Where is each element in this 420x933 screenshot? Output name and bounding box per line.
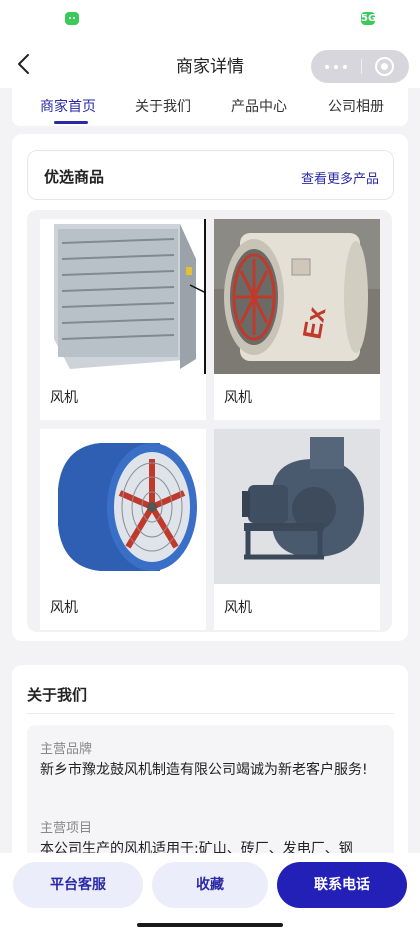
about-title: 关于我们 — [27, 686, 88, 704]
more-dots-icon[interactable] — [325, 65, 347, 69]
contact-phone-button[interactable]: 联系电话 — [277, 862, 407, 908]
tab-home[interactable]: 商家首页 — [40, 96, 96, 116]
tab-products[interactable]: 产品中心 — [231, 96, 287, 116]
featured-title: 优选商品 — [44, 168, 105, 186]
product-name: 风机 — [224, 390, 252, 406]
bottom-action-bar: 平台客服 收藏 联系电话 — [0, 853, 420, 933]
product-card[interactable]: 风机 — [214, 429, 380, 630]
main-brand-label: 主营品牌 — [40, 742, 93, 757]
product-card[interactable]: Ex 风机 — [214, 219, 380, 420]
product-image — [40, 219, 207, 374]
main-project-label: 主营项目 — [40, 821, 93, 836]
close-target-icon[interactable] — [375, 57, 394, 76]
main-brand-text: 新乡市豫龙鼓风机制造有限公司竭诚为新老客户服务! — [40, 762, 368, 778]
status-bar: 5G — [0, 0, 420, 40]
product-name: 风机 — [224, 600, 252, 616]
product-card[interactable]: 风机 — [40, 429, 206, 630]
product-card[interactable]: 风机 — [40, 219, 207, 420]
view-more-products-link[interactable]: 查看更多产品 — [301, 168, 379, 187]
about-info-box: 主营品牌 新乡市豫龙鼓风机制造有限公司竭诚为新老客户服务! 主营项目 本公司生产… — [27, 725, 394, 865]
tab-about[interactable]: 关于我们 — [135, 96, 191, 116]
about-divider — [27, 713, 394, 714]
product-image — [214, 429, 380, 584]
about-us-section: 关于我们 主营品牌 新乡市豫龙鼓风机制造有限公司竭诚为新老客户服务! 主营项目 … — [12, 665, 408, 865]
mini-program-capsule — [311, 50, 409, 83]
svg-text:Ex: Ex — [297, 304, 332, 341]
nav-bar: 商家详情 — [0, 40, 420, 88]
home-indicator — [137, 923, 283, 927]
product-grid: 风机 Ex 风机 风机 风机 — [27, 210, 392, 632]
capsule-divider — [361, 59, 362, 74]
product-image — [40, 429, 206, 584]
product-name: 风机 — [50, 390, 78, 406]
tab-album[interactable]: 公司相册 — [328, 96, 384, 116]
wechat-icon — [65, 12, 79, 25]
tab-bar: 商家首页 关于我们 产品中心 公司相册 — [12, 88, 408, 126]
favorite-button[interactable]: 收藏 — [152, 862, 268, 908]
platform-service-button[interactable]: 平台客服 — [13, 862, 143, 908]
featured-products-section: 优选商品 查看更多产品 风机 Ex 风机 风机 风机 — [12, 134, 408, 641]
signal-5g-icon: 5G — [361, 12, 377, 25]
product-name: 风机 — [50, 600, 78, 616]
product-image: Ex — [214, 219, 380, 374]
active-tab-indicator — [54, 121, 88, 124]
featured-header: 优选商品 查看更多产品 — [27, 150, 394, 200]
